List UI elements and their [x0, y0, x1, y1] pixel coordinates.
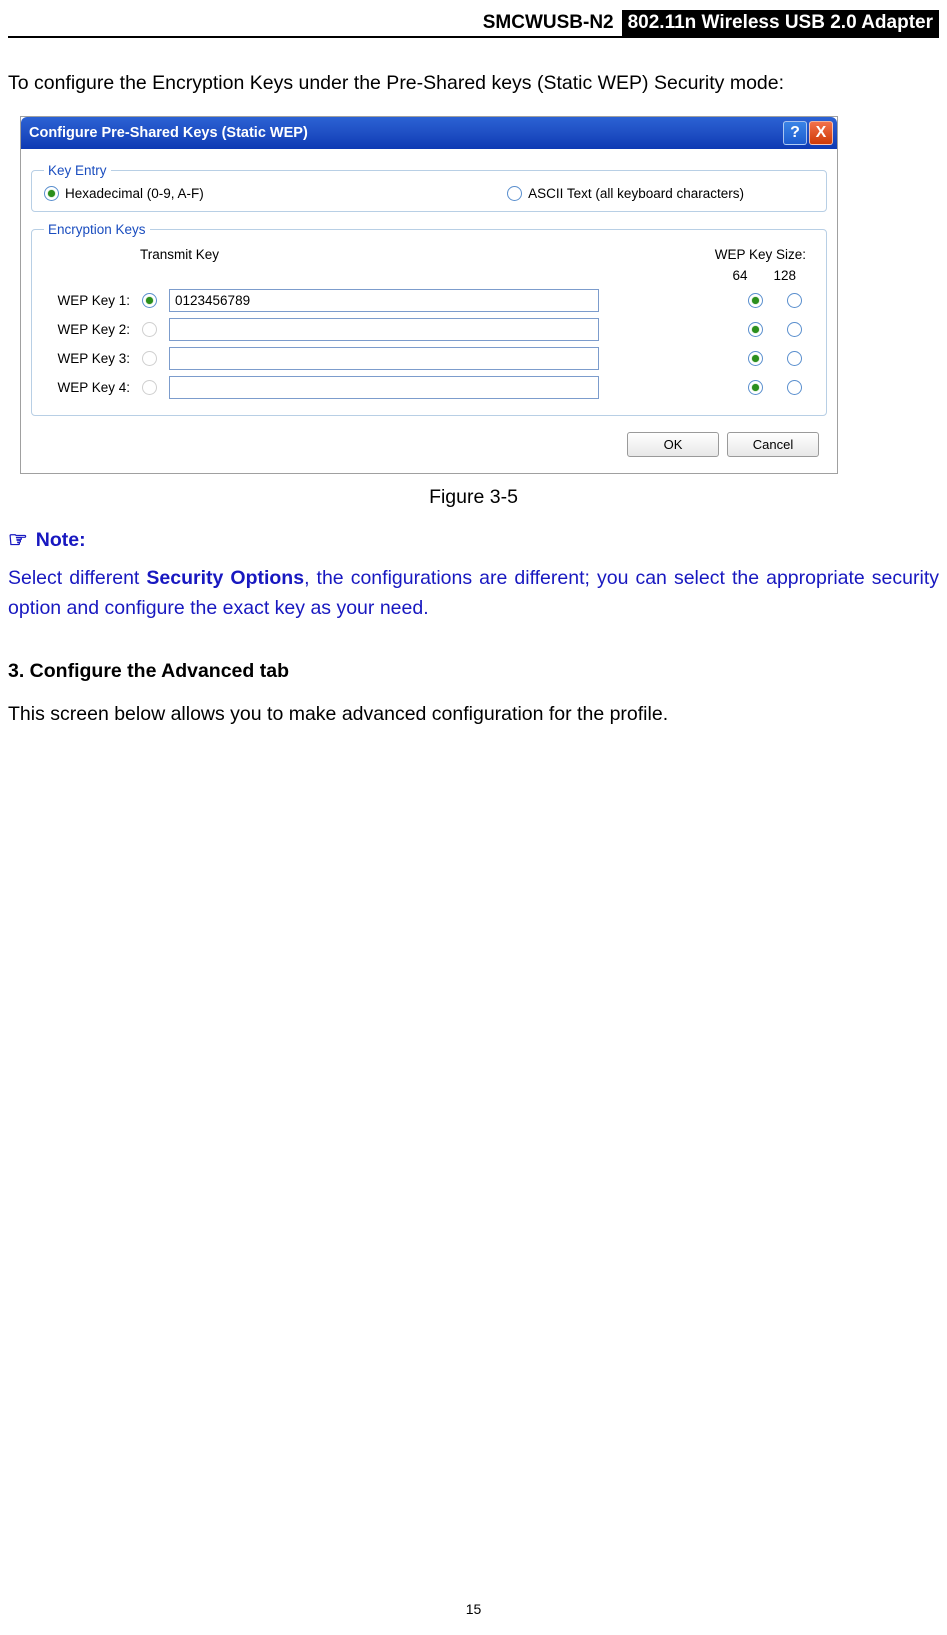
- hex-option[interactable]: Hexadecimal (0-9, A-F): [44, 186, 204, 201]
- wep-key-3-input[interactable]: [169, 347, 599, 370]
- transmit-key-2-radio[interactable]: [142, 322, 157, 337]
- wep-key-row-1: WEP Key 1:: [44, 289, 814, 312]
- wep-key-2-input[interactable]: [169, 318, 599, 341]
- wep-key-4-input[interactable]: [169, 376, 599, 399]
- dialog-title: Configure Pre-Shared Keys (Static WEP): [29, 125, 308, 141]
- wep-key-2-label: WEP Key 2:: [44, 322, 130, 337]
- help-button[interactable]: ?: [783, 121, 807, 145]
- ok-button[interactable]: OK: [627, 432, 719, 457]
- radio-icon: [44, 186, 59, 201]
- wep-key-row-3: WEP Key 3:: [44, 347, 814, 370]
- hex-option-label: Hexadecimal (0-9, A-F): [65, 186, 204, 201]
- size128-key3-radio[interactable]: [787, 351, 802, 366]
- figure-caption: Figure 3-5: [8, 486, 939, 509]
- wep-key-4-label: WEP Key 4:: [44, 380, 130, 395]
- ascii-option-label: ASCII Text (all keyboard characters): [528, 186, 744, 201]
- note-body-strong: Security Options: [146, 567, 304, 589]
- dialog-titlebar: Configure Pre-Shared Keys (Static WEP) ?…: [21, 117, 837, 149]
- header-title: 802.11n Wireless USB 2.0 Adapter: [622, 10, 939, 36]
- note-heading-text: Note:: [36, 529, 86, 552]
- wep-size-header: WEP Key Size:: [715, 247, 806, 262]
- size64-key3-radio[interactable]: [748, 351, 763, 366]
- size128-key1-radio[interactable]: [787, 293, 802, 308]
- size128-key2-radio[interactable]: [787, 322, 802, 337]
- note-body: Select different Security Options, the c…: [8, 563, 939, 623]
- header-model: SMCWUSB-N2: [475, 10, 622, 36]
- transmit-key-4-radio[interactable]: [142, 380, 157, 395]
- note-body-pre: Select different: [8, 567, 146, 589]
- transmit-key-header: Transmit Key: [140, 247, 219, 262]
- page-number: 15: [0, 1601, 947, 1617]
- key-entry-group: Key Entry Hexadecimal (0-9, A-F) ASCII T…: [31, 163, 827, 212]
- ascii-option[interactable]: ASCII Text (all keyboard characters): [507, 186, 744, 201]
- wep-key-1-input[interactable]: [169, 289, 599, 312]
- size-128-label: 128: [773, 268, 796, 283]
- note-heading: ☞ Note:: [8, 527, 939, 553]
- section-3-body: This screen below allows you to make adv…: [8, 699, 939, 729]
- key-entry-legend: Key Entry: [44, 163, 111, 178]
- wep-key-1-label: WEP Key 1:: [44, 293, 130, 308]
- section-3-heading: 3. Configure the Advanced tab: [8, 660, 939, 683]
- wep-key-row-4: WEP Key 4:: [44, 376, 814, 399]
- size64-key2-radio[interactable]: [748, 322, 763, 337]
- wep-dialog: Configure Pre-Shared Keys (Static WEP) ?…: [20, 116, 838, 474]
- transmit-key-1-radio[interactable]: [142, 293, 157, 308]
- size-64-label: 64: [732, 268, 747, 283]
- page-header: SMCWUSB-N2 802.11n Wireless USB 2.0 Adap…: [8, 8, 939, 38]
- size64-key1-radio[interactable]: [748, 293, 763, 308]
- intro-paragraph: To configure the Encryption Keys under t…: [8, 68, 939, 98]
- size64-key4-radio[interactable]: [748, 380, 763, 395]
- encryption-keys-group: Encryption Keys Transmit Key WEP Key Siz…: [31, 222, 827, 416]
- help-icon: ?: [790, 124, 800, 142]
- pointing-hand-icon: ☞: [8, 527, 28, 553]
- transmit-key-3-radio[interactable]: [142, 351, 157, 366]
- radio-icon: [507, 186, 522, 201]
- encryption-keys-legend: Encryption Keys: [44, 222, 150, 237]
- wep-key-row-2: WEP Key 2:: [44, 318, 814, 341]
- wep-key-3-label: WEP Key 3:: [44, 351, 130, 366]
- cancel-button[interactable]: Cancel: [727, 432, 819, 457]
- close-icon: X: [816, 124, 827, 142]
- size128-key4-radio[interactable]: [787, 380, 802, 395]
- close-button[interactable]: X: [809, 121, 833, 145]
